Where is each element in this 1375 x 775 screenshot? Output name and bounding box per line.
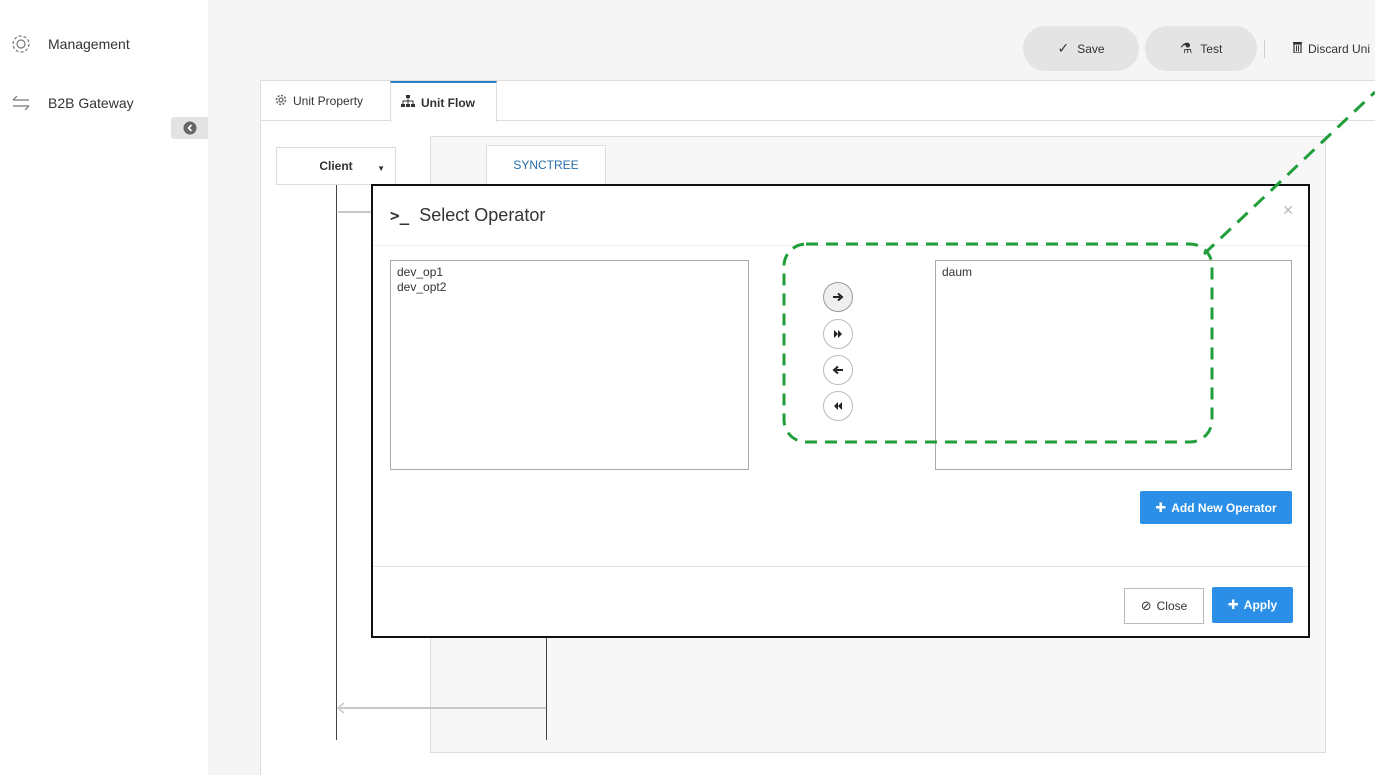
modal-footer-divider (373, 566, 1308, 567)
ban-icon: ⊘ (1140, 598, 1152, 613)
sidebar-collapse-button[interactable] (171, 117, 208, 139)
client-label: Client (319, 159, 353, 173)
client-node[interactable]: Client ▼ (276, 147, 396, 185)
trash-icon (1292, 41, 1303, 56)
arrow-right-icon (833, 292, 844, 302)
test-button[interactable]: ⚗ Test (1145, 26, 1257, 71)
sidebar-item-b2b-gateway[interactable]: B2B Gateway (10, 92, 134, 114)
close-label: Close (1156, 599, 1188, 613)
modal-close-icon[interactable]: ✕ (1282, 202, 1294, 219)
move-all-left-button[interactable] (823, 391, 853, 421)
terminal-icon: >_ (390, 206, 410, 225)
selected-operators-list[interactable]: daum (935, 260, 1292, 470)
save-button[interactable]: ✓ Save (1023, 26, 1139, 71)
apply-button[interactable]: ✚ Apply (1212, 587, 1293, 623)
modal-title-text: Select Operator (419, 205, 546, 225)
discard-unit-button[interactable]: Discard Uni (1292, 41, 1370, 56)
exchange-icon (10, 92, 32, 114)
save-label: Save (1077, 41, 1105, 56)
close-button[interactable]: ⊘ Close (1124, 588, 1204, 624)
gear-icon (275, 94, 287, 109)
arrow-left-icon (832, 365, 843, 375)
sidebar-item-label: Management (48, 36, 130, 52)
select-operator-modal: >_ Select Operator ✕ dev_op1 dev_opt2 da… (371, 184, 1310, 638)
move-right-button[interactable] (823, 282, 853, 312)
flask-icon: ⚗ (1179, 40, 1193, 56)
plus-icon: ✚ (1227, 597, 1239, 612)
double-chevron-left-icon (834, 402, 842, 410)
plus-icon: ✚ (1155, 499, 1167, 515)
move-all-right-button[interactable] (823, 319, 853, 349)
gear-icon (10, 33, 32, 55)
toolbar-divider (1264, 40, 1265, 58)
test-label: Test (1200, 41, 1223, 56)
synctree-lifeline (546, 638, 547, 740)
add-new-operator-label: Add New Operator (1171, 500, 1277, 515)
list-item[interactable]: dev_op1 (397, 265, 742, 280)
sidebar-item-management[interactable]: Management (10, 33, 130, 55)
tab-unit-property[interactable]: Unit Property (265, 81, 373, 121)
discard-label: Discard Uni (1308, 41, 1371, 56)
add-new-operator-button[interactable]: ✚ Add New Operator (1140, 491, 1292, 524)
flow-arrow-request (338, 211, 372, 213)
sidebar: Management B2B Gateway (0, 0, 208, 775)
client-lifeline (336, 185, 337, 740)
synctree-node[interactable]: SYNCTREE (486, 145, 606, 185)
modal-divider (373, 245, 1308, 246)
arrow-left-circle-icon (183, 121, 196, 135)
double-chevron-right-icon (834, 330, 842, 338)
available-operators-list[interactable]: dev_op1 dev_opt2 (390, 260, 749, 470)
sidebar-item-label: B2B Gateway (48, 95, 134, 111)
tab-unit-flow[interactable]: Unit Flow (390, 81, 497, 122)
check-icon: ✓ (1057, 40, 1070, 56)
synctree-label: SYNCTREE (513, 158, 579, 172)
apply-label: Apply (1243, 598, 1278, 612)
tab-label: Unit Property (293, 94, 364, 108)
move-left-button[interactable] (823, 355, 853, 385)
flow-arrow-response (340, 707, 546, 709)
list-item[interactable]: dev_opt2 (397, 280, 742, 295)
caret-down-icon: ▼ (377, 164, 385, 173)
list-item[interactable]: daum (942, 265, 1285, 280)
modal-title: >_ Select Operator (390, 205, 545, 226)
arrow-head-icon (336, 702, 345, 714)
tab-label: Unit Flow (421, 95, 475, 110)
sitemap-icon (401, 95, 415, 110)
